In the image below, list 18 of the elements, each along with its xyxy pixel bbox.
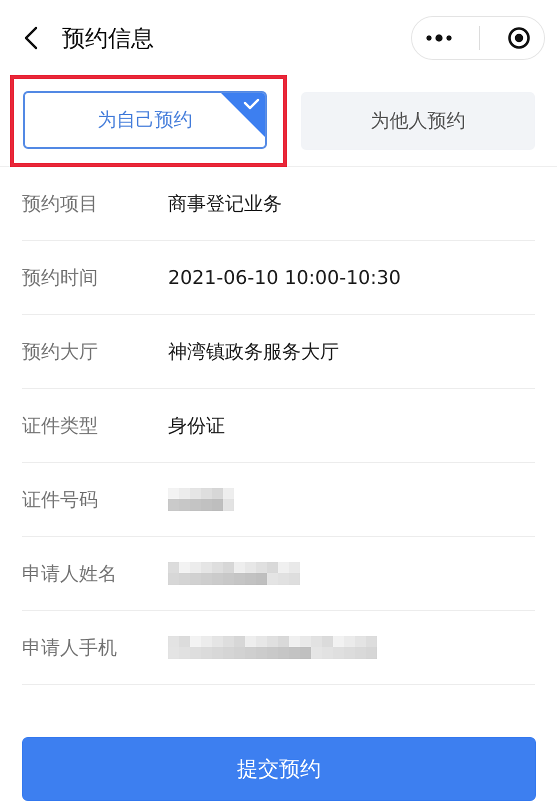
page-title: 预约信息	[62, 24, 155, 54]
tab[interactable]: 为他人预约	[301, 92, 535, 150]
field-label: 预约项目	[22, 192, 99, 216]
field-value: 2021-06-10 10:00-10:30	[168, 266, 401, 288]
field-label: 申请人姓名	[22, 562, 118, 586]
field-label: 预约时间	[22, 266, 99, 290]
check-corner-icon	[221, 93, 265, 137]
field-value: 神湾镇政务服务大厅	[168, 340, 339, 364]
field-label: 申请人手机	[22, 636, 118, 660]
field-value: 身份证	[168, 414, 225, 438]
submit-button[interactable]: 提交预约	[22, 737, 536, 801]
field-label: 证件类型	[22, 414, 99, 438]
field-value: 商事登记业务	[168, 192, 282, 216]
field-label: 证件号码	[22, 488, 99, 512]
back-icon[interactable]	[22, 24, 40, 52]
field-label: 预约大厅	[22, 340, 99, 364]
close-icon[interactable]	[506, 26, 531, 50]
tab[interactable]: 为自己预约	[23, 91, 267, 149]
